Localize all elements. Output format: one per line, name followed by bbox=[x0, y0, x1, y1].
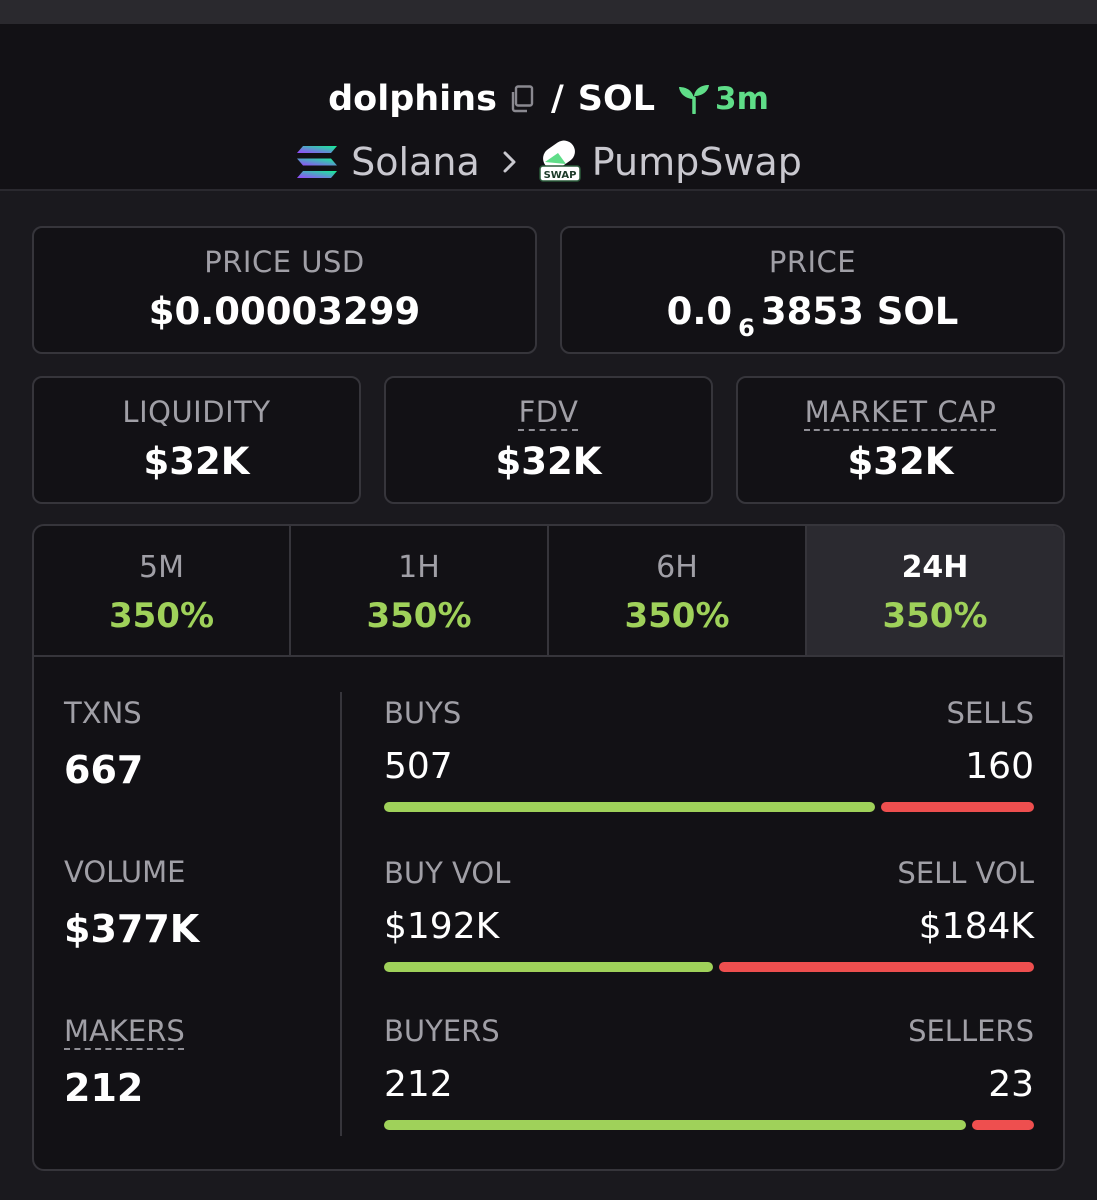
pumpswap-badge-text: SWAP bbox=[543, 170, 576, 181]
dex-name[interactable]: PumpSwap bbox=[592, 140, 802, 184]
sells-label: SELLS bbox=[946, 696, 1034, 730]
buyers-label: BUYERS bbox=[384, 1014, 500, 1048]
price-native-suffix: 3853 SOL bbox=[760, 290, 959, 333]
fdv-card[interactable]: FDV $32K bbox=[384, 376, 713, 504]
buy-vol-value: $192K bbox=[384, 906, 500, 947]
timeframe-tabs: 5M 350% 1H 350% 6H 350% 24H 350% bbox=[34, 526, 1063, 657]
volume-ratio: BUY VOL SELL VOL $192K $184K bbox=[384, 856, 1034, 976]
solana-logo bbox=[295, 144, 339, 180]
pair-separator: / bbox=[550, 79, 564, 119]
volume-label: VOLUME bbox=[64, 855, 186, 889]
sell-vol-label: SELL VOL bbox=[897, 856, 1034, 890]
tab-change: 350% bbox=[108, 596, 215, 636]
fdv-value: $32K bbox=[495, 440, 602, 483]
tab-5m[interactable]: 5M 350% bbox=[34, 526, 289, 655]
buyers-sellers-ratio: BUYERS SELLERS 212 23 bbox=[384, 1014, 1034, 1134]
sell-vol-value: $184K bbox=[918, 906, 1034, 947]
buy-vol-label: BUY VOL bbox=[384, 856, 511, 890]
tab-1h[interactable]: 1H 350% bbox=[291, 526, 547, 655]
buys-value: 507 bbox=[384, 746, 453, 787]
liquidity-value: $32K bbox=[143, 440, 250, 483]
tab-change: 350% bbox=[882, 596, 988, 636]
price-native-label: PRICE bbox=[768, 245, 857, 279]
txns-value: 667 bbox=[64, 748, 144, 792]
volume-bar bbox=[384, 962, 1034, 972]
price-native-prefix: 0.0 bbox=[666, 290, 733, 333]
tab-24h[interactable]: 24H 350% bbox=[807, 526, 1063, 655]
buys-label: BUYS bbox=[384, 696, 462, 730]
volume-value: $377K bbox=[64, 907, 200, 951]
sellers-value: 23 bbox=[988, 1064, 1034, 1105]
tab-label: 24H bbox=[901, 550, 969, 585]
buys-sells-bar bbox=[384, 802, 1034, 812]
price-native-zero-count: 6 bbox=[738, 314, 755, 342]
column-divider bbox=[340, 692, 342, 1136]
tab-change: 350% bbox=[624, 596, 730, 636]
chevron-right-icon bbox=[502, 150, 518, 174]
makers-value: 212 bbox=[64, 1066, 144, 1110]
price-usd-value: $0.00003299 bbox=[148, 290, 421, 333]
price-usd-card: PRICE USD $0.00003299 bbox=[32, 226, 537, 354]
buys-bar-fill bbox=[384, 802, 875, 812]
fdv-label: FDV bbox=[518, 395, 579, 429]
tab-label: 1H bbox=[398, 550, 440, 585]
market-cap-label: MARKET CAP bbox=[804, 395, 997, 429]
pumpswap-logo: SWAP bbox=[538, 140, 582, 184]
liquidity-card: LIQUIDITY $32K bbox=[32, 376, 361, 504]
sells-value: 160 bbox=[965, 746, 1034, 787]
pair-age: 3m bbox=[715, 81, 769, 117]
sellers-label: SELLERS bbox=[908, 1014, 1034, 1048]
sell-vol-bar-fill bbox=[719, 962, 1034, 972]
chain-breadcrumb: Solana SWAP PumpSwap bbox=[0, 138, 1097, 186]
buyers-bar-fill bbox=[384, 1120, 966, 1130]
market-cap-card[interactable]: MARKET CAP $32K bbox=[736, 376, 1065, 504]
top-bar bbox=[0, 0, 1097, 24]
price-native-value: 0.0 6 3853 SOL bbox=[562, 290, 1063, 342]
price-usd-label: PRICE USD bbox=[204, 245, 365, 279]
sprout-icon bbox=[677, 84, 711, 114]
sells-bar-fill bbox=[881, 802, 1034, 812]
tab-label: 6H bbox=[656, 550, 698, 585]
price-native-card: PRICE 0.0 6 3853 SOL bbox=[560, 226, 1065, 354]
quote-token: SOL bbox=[577, 79, 655, 119]
chain-name[interactable]: Solana bbox=[351, 140, 480, 184]
txns-label: TXNS bbox=[64, 696, 142, 730]
tab-label: 5M bbox=[139, 550, 184, 585]
sellers-bar-fill bbox=[972, 1120, 1034, 1130]
liquidity-label: LIQUIDITY bbox=[122, 395, 271, 429]
makers-label: MAKERS bbox=[64, 1014, 185, 1048]
token-name: dolphins bbox=[328, 79, 497, 119]
buyers-sellers-bar bbox=[384, 1120, 1034, 1130]
buyers-value: 212 bbox=[384, 1064, 453, 1105]
buy-vol-bar-fill bbox=[384, 962, 713, 972]
tab-6h[interactable]: 6H 350% bbox=[549, 526, 805, 655]
tab-change: 350% bbox=[366, 596, 472, 636]
buys-sells-ratio: BUYS SELLS 507 160 bbox=[384, 696, 1034, 816]
copy-icon[interactable] bbox=[509, 85, 535, 113]
stats-panel: 5M 350% 1H 350% 6H 350% 24H 350% TXNS 66… bbox=[32, 524, 1065, 1171]
pair-title-row: dolphins / SOL 3m bbox=[0, 76, 1097, 122]
market-cap-value: $32K bbox=[847, 440, 954, 483]
pair-header: dolphins / SOL 3m Solana SWAP PumpSwap bbox=[0, 24, 1097, 191]
